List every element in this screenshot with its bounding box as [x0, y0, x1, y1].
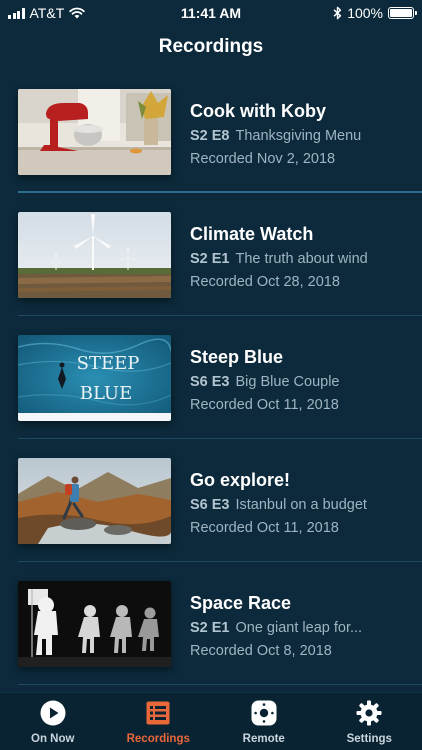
- bluetooth-icon: [333, 6, 342, 20]
- recorded-date: Recorded Nov 2, 2018: [190, 151, 336, 167]
- wifi-icon: [69, 7, 85, 19]
- recording-info: Space Race S2 E1 One giant leap for... Re…: [190, 592, 414, 660]
- episode-title: Istanbul on a budget: [235, 497, 367, 513]
- tab-remote[interactable]: Remote: [211, 693, 317, 750]
- episode-number: S6 E3: [190, 374, 230, 390]
- tab-recordings[interactable]: Recordings: [106, 693, 212, 750]
- recording-info: Climate Watch S2 E1 The truth about wind …: [190, 223, 414, 291]
- episode-number: S2 E8: [190, 128, 230, 144]
- recorded-date: Recorded Oct 11, 2018: [190, 397, 339, 413]
- tab-label: Recordings: [126, 733, 190, 745]
- recording-episode: S6 E3 Big Blue Couple: [190, 373, 414, 391]
- gear-icon: [355, 699, 383, 727]
- recording-episode: S2 E1 One giant leap for...: [190, 619, 414, 637]
- recording-title: Go explore!: [190, 470, 291, 490]
- episode-number: S2 E1: [190, 620, 230, 636]
- recording-row-steep-blue[interactable]: STEEP BLUE Steep Blue S6 E3 Big Blue Coup…: [0, 316, 422, 439]
- recording-title: Space Race: [190, 593, 292, 613]
- status-right: 100%: [333, 5, 417, 21]
- recording-info: Cook with Koby S2 E8 Thanksgiving Menu Re…: [190, 100, 414, 168]
- hiker-image: [18, 458, 171, 544]
- recording-row-go-explore[interactable]: Go explore! S6 E3 Istanbul on a budget Re…: [0, 439, 422, 562]
- recording-info: Go explore! S6 E3 Istanbul on a budget Re…: [190, 469, 414, 537]
- play-icon: [39, 699, 67, 727]
- recording-title: Cook with Koby: [190, 101, 326, 121]
- astronaut-figures-image: [18, 581, 171, 667]
- carrier-name: AT&T: [29, 5, 65, 21]
- ocean-diver-image: STEEP BLUE: [18, 335, 171, 421]
- thumbnail-text-blue: BLUE: [80, 383, 133, 404]
- battery-icon: [388, 7, 417, 19]
- recording-row-space-race[interactable]: Space Race S2 E1 One giant leap for... Re…: [0, 562, 422, 685]
- recordings-list: Cook with Koby S2 E8 Thanksgiving Menu Re…: [0, 70, 422, 685]
- status-left: AT&T: [8, 5, 85, 21]
- tab-on-now[interactable]: On Now: [0, 693, 106, 750]
- recording-row-climate-watch[interactable]: Climate Watch S2 E1 The truth about wind …: [0, 193, 422, 316]
- recording-episode: S2 E1 The truth about wind: [190, 250, 414, 268]
- recorded-date: Recorded Oct 11, 2018: [190, 520, 339, 536]
- episode-number: S6 E3: [190, 497, 230, 513]
- thumbnail-text-steep: STEEP: [77, 353, 140, 374]
- recording-row-cook-with-koby[interactable]: Cook with Koby S2 E8 Thanksgiving Menu Re…: [0, 70, 422, 193]
- status-bar: AT&T 11:41 AM 100%: [0, 0, 422, 26]
- tab-bar: On Now Recordings Remote Settings: [0, 692, 422, 750]
- episode-title: Big Blue Couple: [235, 374, 340, 390]
- episode-title: One giant leap for...: [235, 620, 363, 636]
- recording-episode: S2 E8 Thanksgiving Menu: [190, 127, 414, 145]
- recording-episode: S6 E3 Istanbul on a budget: [190, 496, 414, 514]
- recording-title: Steep Blue: [190, 347, 284, 367]
- recordings-list-icon: [144, 699, 172, 727]
- page-title: Recordings: [158, 36, 264, 57]
- recorded-date: Recorded Oct 28, 2018: [190, 274, 340, 290]
- stand-mixer-image: [18, 89, 171, 175]
- recording-info: Steep Blue S6 E3 Big Blue Couple Recorded…: [190, 346, 414, 414]
- battery-percentage: 100%: [347, 5, 383, 21]
- remote-icon: [250, 699, 278, 727]
- signal-strength-icon: [8, 7, 25, 19]
- recording-title: Climate Watch: [190, 224, 314, 244]
- episode-title: Thanksgiving Menu: [235, 128, 362, 144]
- tab-label: Settings: [346, 733, 392, 745]
- episode-title: The truth about wind: [235, 251, 368, 267]
- episode-number: S2 E1: [190, 251, 230, 267]
- recorded-date: Recorded Oct 8, 2018: [190, 643, 332, 659]
- tab-label: On Now: [31, 733, 75, 745]
- wind-turbines-image: [18, 212, 171, 298]
- tab-settings[interactable]: Settings: [317, 693, 422, 750]
- tab-label: Remote: [242, 733, 285, 745]
